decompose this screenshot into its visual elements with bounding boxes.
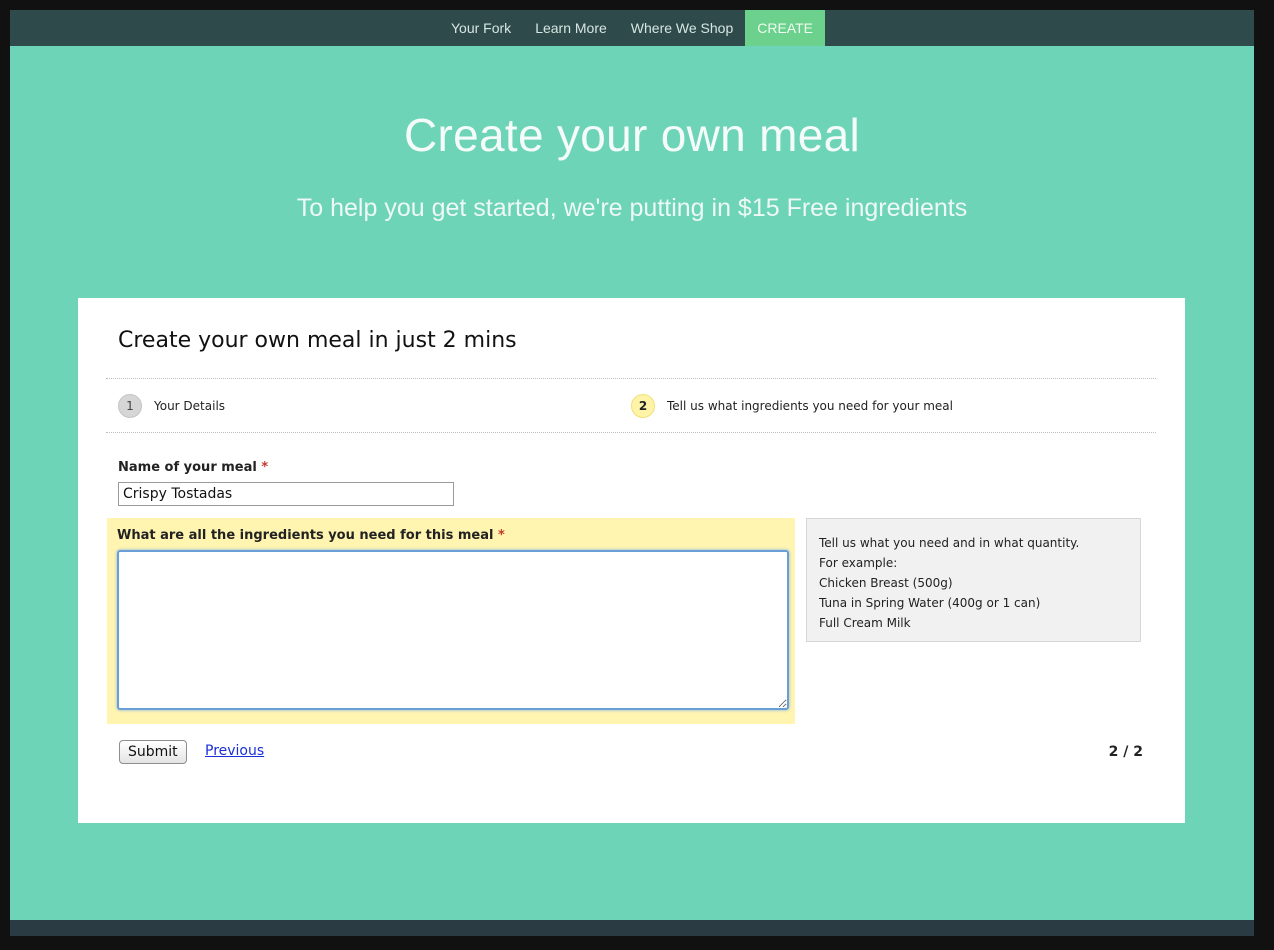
hero-subtitle: To help you get started, we're putting i…: [296, 194, 968, 222]
page-viewport: Your Fork Learn More Where We Shop CREAT…: [10, 10, 1254, 920]
required-mark: *: [497, 528, 505, 543]
help-line: For example:: [819, 556, 898, 570]
divider-top: [106, 378, 1156, 379]
step-label-2: Tell us what ingredients you need for yo…: [667, 399, 953, 413]
help-line: Tell us what you need and in what quanti…: [819, 536, 1080, 550]
step-your-details[interactable]: 1 Your Details: [118, 394, 225, 418]
browser-window: Your Fork Learn More Where We Shop CREAT…: [0, 0, 1274, 950]
meal-name-input[interactable]: [118, 482, 454, 506]
page-indicator: 2 / 2: [1108, 744, 1143, 760]
ingredients-help-box: Tell us what you need and in what quanti…: [806, 518, 1141, 642]
help-line: Full Cream Milk: [819, 616, 911, 630]
ingredients-label: What are all the ingredients you need fo…: [117, 528, 505, 543]
nav-learn-more[interactable]: Learn More: [523, 10, 619, 46]
top-navbar: Your Fork Learn More Where We Shop CREAT…: [10, 10, 1254, 46]
hero-title: Create your own meal: [404, 109, 860, 161]
help-line: Chicken Breast (500g): [819, 576, 953, 590]
ingredients-label-text: What are all the ingredients you need fo…: [117, 528, 494, 543]
nav-where-we-shop[interactable]: Where We Shop: [619, 10, 745, 46]
divider-bottom: [106, 432, 1156, 433]
step-number-2: 2: [631, 394, 655, 418]
form-card: Create your own meal in just 2 mins 1 Yo…: [78, 298, 1185, 823]
meal-name-label-text: Name of your meal: [118, 460, 257, 475]
step-label-1: Your Details: [154, 399, 226, 413]
step-ingredients: 2 Tell us what ingredients you need for …: [631, 394, 953, 418]
form-title: Create your own meal in just 2 mins: [118, 328, 517, 353]
required-mark: *: [261, 460, 269, 475]
submit-button[interactable]: Submit: [119, 740, 187, 764]
previous-link[interactable]: Previous: [205, 743, 264, 759]
bottom-strip: [10, 920, 1254, 936]
ingredients-textarea[interactable]: [117, 550, 789, 710]
help-line: Tuna in Spring Water (400g or 1 can): [819, 596, 1041, 610]
step-number-1: 1: [118, 394, 142, 418]
nav-create[interactable]: CREATE: [745, 10, 825, 46]
meal-name-label: Name of your meal *: [118, 460, 268, 475]
nav-your-fork[interactable]: Your Fork: [439, 10, 523, 46]
